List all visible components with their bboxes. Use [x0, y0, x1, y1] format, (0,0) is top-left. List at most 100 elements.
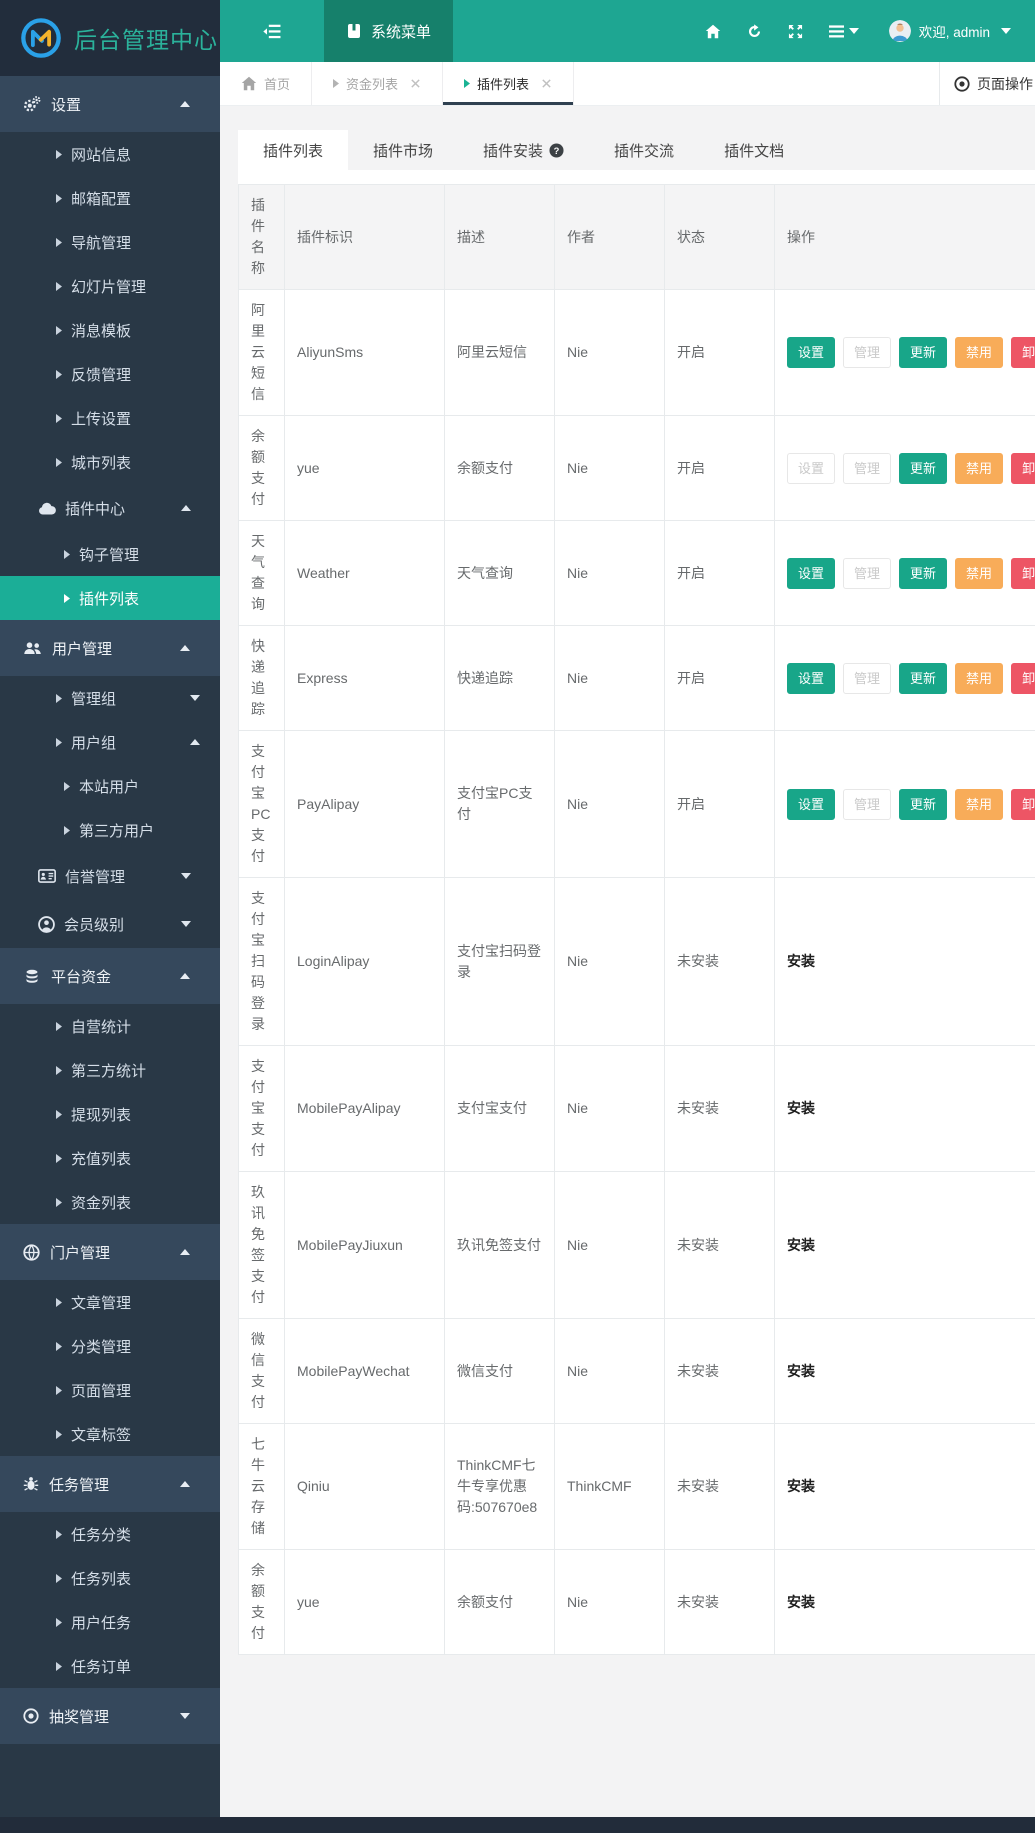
- sidebar-item[interactable]: 任务列表: [0, 1556, 220, 1600]
- sidebar-item[interactable]: 本站用户: [0, 764, 220, 808]
- action-button[interactable]: 更新: [899, 788, 948, 820]
- refresh-button[interactable]: [747, 23, 762, 39]
- column-header: 插件名称: [238, 184, 285, 290]
- sidebar-item[interactable]: 用户任务: [0, 1600, 220, 1644]
- sidebar-item[interactable]: 用户组: [0, 720, 220, 764]
- table-row: 余额支付 yue 余额支付 Nie 未安装 安装: [238, 1549, 1035, 1655]
- install-link[interactable]: 安装: [787, 953, 815, 969]
- sidebar-item[interactable]: 提现列表: [0, 1092, 220, 1136]
- menu-list-button[interactable]: [828, 24, 859, 38]
- question-circle-icon: ?: [549, 142, 564, 158]
- sidebar-item[interactable]: 管理组: [0, 676, 220, 720]
- action-button[interactable]: 设置: [787, 662, 836, 694]
- close-icon[interactable]: [410, 76, 421, 92]
- content-tab[interactable]: 插件文档: [699, 130, 809, 170]
- action-button[interactable]: 卸载: [1011, 452, 1035, 484]
- content-tab-active[interactable]: 插件列表: [238, 130, 349, 170]
- sidebar-item[interactable]: 分类管理: [0, 1324, 220, 1368]
- sidebar-item[interactable]: 消息模板: [0, 308, 220, 352]
- action-button[interactable]: 卸载: [1011, 557, 1035, 589]
- sidebar-section-settings[interactable]: 设置: [0, 76, 220, 132]
- sidebar-item[interactable]: 第三方用户: [0, 808, 220, 852]
- action-button[interactable]: 设置: [787, 788, 836, 820]
- fullscreen-button[interactable]: [788, 24, 803, 39]
- install-link[interactable]: 安装: [787, 1100, 815, 1116]
- table-row: 七牛云存储 Qiniu ThinkCMF七牛专享优惠码:507670e8 ThinkC…: [238, 1423, 1035, 1550]
- cell-status: 开启: [664, 415, 775, 521]
- action-button[interactable]: 更新: [899, 662, 948, 694]
- user-menu[interactable]: 欢迎, admin: [911, 21, 1011, 41]
- close-icon[interactable]: [541, 76, 552, 92]
- sidebar-item[interactable]: 文章标签: [0, 1412, 220, 1456]
- action-button[interactable]: 更新: [899, 452, 948, 484]
- action-button[interactable]: 禁用: [955, 557, 1004, 589]
- sidebar-item[interactable]: 自营统计: [0, 1004, 220, 1048]
- sidebar-item[interactable]: 文章管理: [0, 1280, 220, 1324]
- action-button[interactable]: 禁用: [955, 452, 1004, 484]
- sidebar-item[interactable]: 邮箱配置: [0, 176, 220, 220]
- sidebar-item[interactable]: 第三方统计: [0, 1048, 220, 1092]
- action-button[interactable]: 禁用: [955, 337, 1004, 368]
- sidebar-item[interactable]: 会员级别: [0, 900, 220, 948]
- dot-circle-icon: [954, 75, 970, 92]
- sidebar-item[interactable]: 插件中心: [0, 484, 220, 532]
- content-tab[interactable]: 插件安装?: [458, 130, 589, 170]
- sidebar-section-task-management[interactable]: 任务管理: [0, 1456, 220, 1512]
- content-tab[interactable]: 插件市场: [348, 130, 458, 170]
- table-row: 支付宝扫码登录 LoginAlipay 支付宝扫码登录 Nie 未安装 安装: [238, 877, 1035, 1046]
- action-button[interactable]: 更新: [899, 557, 948, 589]
- breadcrumb-tab-label: 插件列表: [477, 77, 530, 92]
- sidebar-section-user-management[interactable]: 用户管理: [0, 620, 220, 676]
- cell-name: 阿里云短信: [238, 289, 285, 416]
- sidebar-item[interactable]: 任务分类: [0, 1512, 220, 1556]
- sidebar-toggle-button[interactable]: [220, 0, 324, 62]
- sidebar-item[interactable]: 幻灯片管理: [0, 264, 220, 308]
- sidebar-item[interactable]: 页面管理: [0, 1368, 220, 1412]
- sidebar-item-label: 导航管理: [71, 234, 132, 252]
- sidebar-section-platform-funds[interactable]: 平台资金: [0, 948, 220, 1004]
- cell-status: 未安装: [664, 1318, 775, 1424]
- cell-author: Nie: [554, 1045, 665, 1172]
- sidebar-item[interactable]: 充值列表: [0, 1136, 220, 1180]
- action-button[interactable]: 禁用: [955, 788, 1004, 820]
- system-menu-tab[interactable]: 系统菜单: [324, 0, 454, 62]
- sidebar-item-label: 幻灯片管理: [71, 278, 147, 296]
- install-link[interactable]: 安装: [787, 1478, 815, 1494]
- logo-area: 后台管理中心: [0, 0, 220, 76]
- sidebar-item[interactable]: 网站信息: [0, 132, 220, 176]
- sidebar-item[interactable]: 钩子管理: [0, 532, 220, 576]
- action-button[interactable]: 禁用: [955, 662, 1004, 694]
- sidebar-item[interactable]: 任务订单: [0, 1644, 220, 1688]
- breadcrumb-tab[interactable]: 资金列表: [312, 62, 444, 105]
- page-actions-button[interactable]: 页面操作: [939, 62, 1035, 105]
- action-button[interactable]: 设置: [787, 557, 836, 589]
- install-link[interactable]: 安装: [787, 1237, 815, 1253]
- sidebar-item-plugin-list[interactable]: 插件列表: [0, 576, 220, 620]
- action-button[interactable]: 卸载: [1011, 788, 1035, 820]
- home-button[interactable]: [705, 24, 721, 39]
- sidebar-item[interactable]: 上传设置: [0, 396, 220, 440]
- install-link[interactable]: 安装: [787, 1594, 815, 1610]
- sidebar-item[interactable]: 信誉管理: [0, 852, 220, 900]
- sidebar-section-lottery-management[interactable]: 抽奖管理: [0, 1688, 220, 1744]
- breadcrumb-tab[interactable]: 首页: [220, 62, 313, 105]
- breadcrumb-tab-active[interactable]: 插件列表: [443, 62, 575, 105]
- plugin-table-panel: 插件名称 插件标识 描述 作者 状态 操作 阿里云短信 AliyunSms 阿里云短信 Nie 开启…: [238, 170, 1035, 1655]
- tri-right-icon: [56, 1021, 62, 1031]
- action-button[interactable]: 更新: [899, 337, 948, 368]
- sidebar-item[interactable]: 反馈管理: [0, 352, 220, 396]
- sidebar-item[interactable]: 资金列表: [0, 1180, 220, 1224]
- cell-id: Weather: [284, 520, 445, 626]
- sidebar-section-portal-management[interactable]: 门户管理: [0, 1224, 220, 1280]
- content-tab[interactable]: 插件交流: [589, 130, 699, 170]
- action-button[interactable]: 卸载: [1011, 662, 1035, 694]
- sidebar-item[interactable]: 导航管理: [0, 220, 220, 264]
- top-navbar: 系统菜单 欢迎, admin: [220, 0, 1035, 62]
- cell-author: Nie: [554, 730, 665, 878]
- action-button[interactable]: 卸载: [1011, 337, 1035, 368]
- globe-icon: [23, 1243, 40, 1261]
- install-link[interactable]: 安装: [787, 1363, 815, 1379]
- sidebar-item[interactable]: 城市列表: [0, 440, 220, 484]
- dot-circle-icon: [23, 1708, 39, 1724]
- action-button[interactable]: 设置: [787, 337, 836, 368]
